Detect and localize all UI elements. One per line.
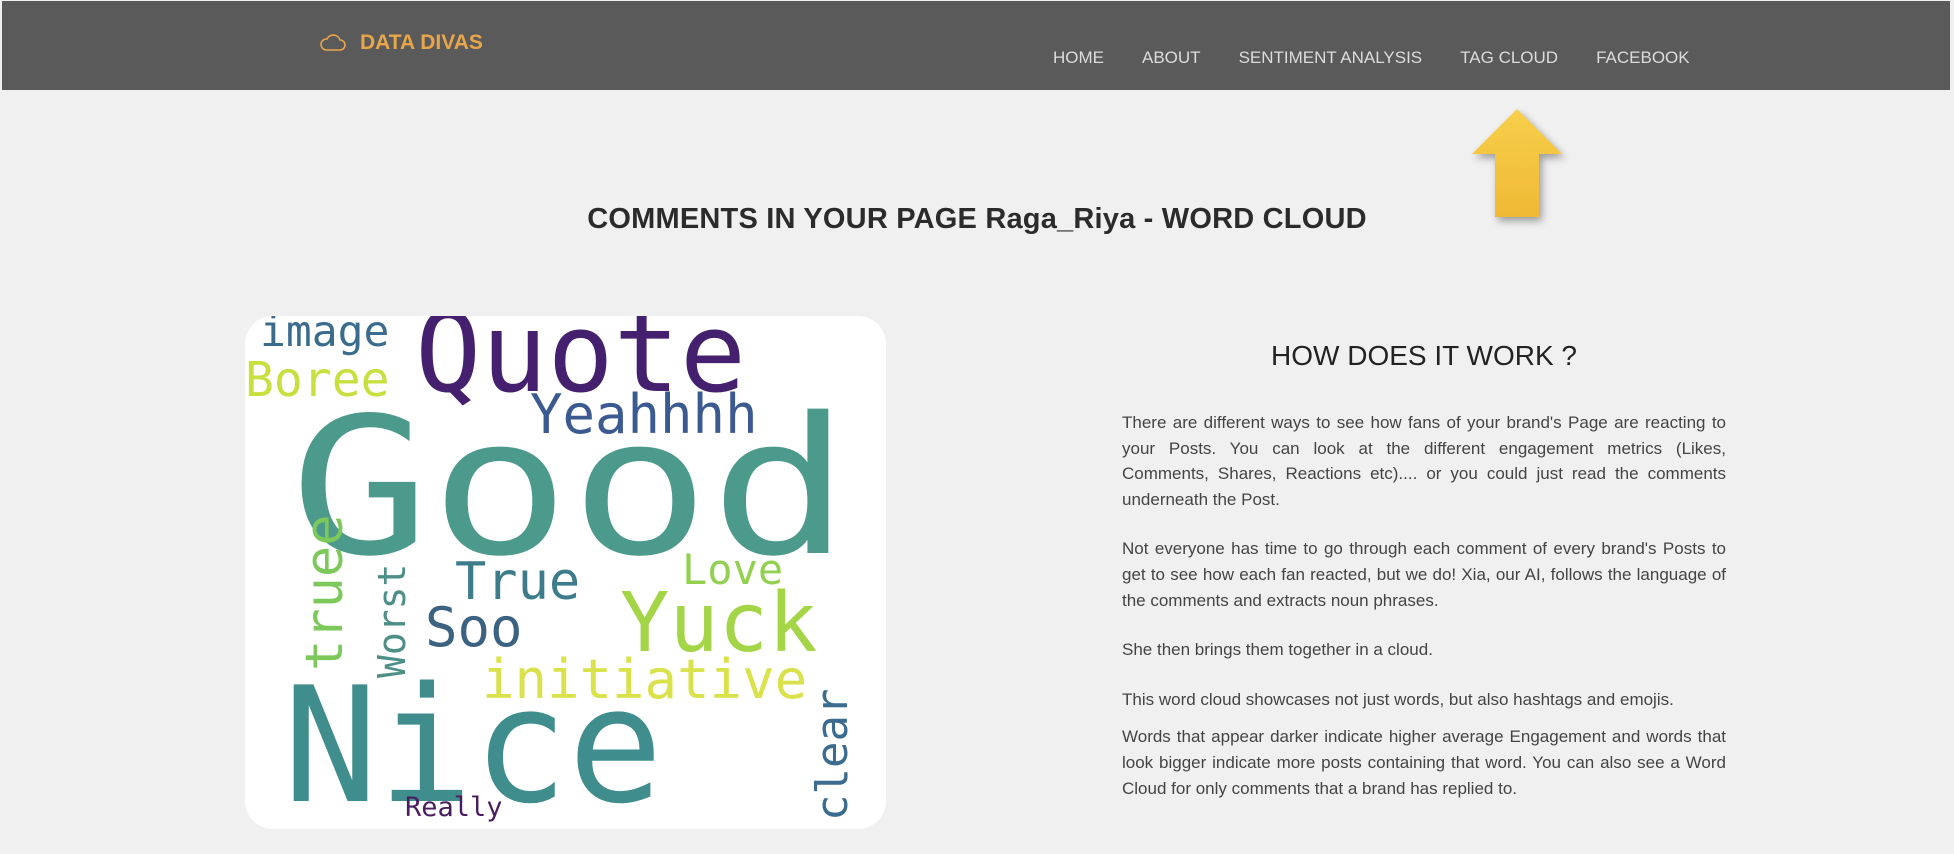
cloud-word-image: image: [260, 316, 389, 357]
cloud-word-soo: truee: [295, 514, 355, 671]
nav-tag-cloud[interactable]: TAG CLOUD: [1460, 48, 1558, 68]
nav-about[interactable]: ABOUT: [1142, 48, 1201, 68]
main-nav: HOME ABOUT SENTIMENT ANALYSIS TAG CLOUD …: [1053, 48, 1728, 68]
cloud-icon: [320, 33, 346, 53]
info-paragraph: Words that appear darker indicate higher…: [1122, 727, 1726, 798]
how-it-works-heading: HOW DOES IT WORK ?: [1271, 340, 1577, 371]
info-paragraph: This word cloud showcases not just words…: [1122, 689, 1674, 709]
info-paragraph: Not everyone has time to go through each…: [1122, 539, 1726, 610]
nav-facebook[interactable]: FACEBOOK: [1596, 48, 1690, 68]
nav-home[interactable]: HOME: [1053, 48, 1104, 68]
word-cloud-image: image Quote Boree Yeahhhh Good Love True…: [245, 316, 886, 829]
info-paragraph: She then brings them together in a cloud…: [1122, 640, 1433, 660]
top-navbar: DATA DIVAS HOME ABOUT SENTIMENT ANALYSIS…: [2, 1, 1950, 90]
how-it-works-section: HOW DOES IT WORK ? There are different w…: [1122, 340, 1726, 825]
brand-name: DATA DIVAS: [360, 31, 483, 54]
info-paragraph: There are different ways to see how fans…: [1122, 413, 1726, 509]
cloud-word-really: Really: [405, 792, 503, 823]
cloud-word-worst: Worst: [370, 564, 414, 678]
nav-sentiment-analysis[interactable]: SENTIMENT ANALYSIS: [1239, 48, 1423, 68]
page-title: COMMENTS IN YOUR PAGE Raga_Riya - WORD C…: [587, 203, 1367, 235]
cloud-word-clear: clear: [807, 689, 858, 821]
brand-logo[interactable]: DATA DIVAS: [320, 31, 483, 55]
